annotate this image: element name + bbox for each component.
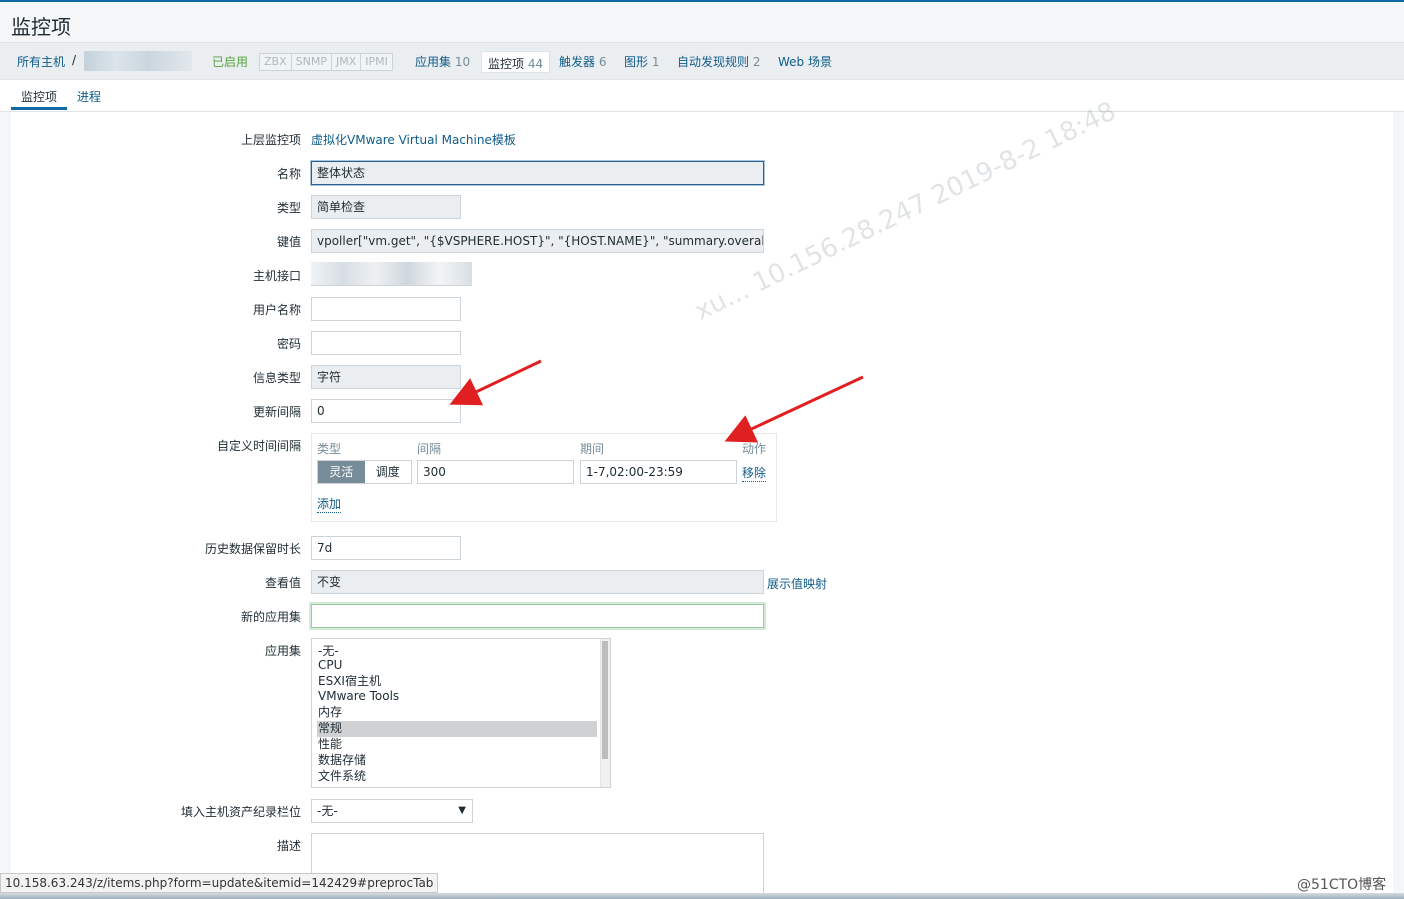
password-field[interactable] [311,331,461,355]
col-action-header: 动作 [742,442,767,456]
show-value-select[interactable]: 不变 [311,570,764,594]
arrow-to-custom-action [724,375,864,443]
flexible-option[interactable]: 灵活 [318,461,365,483]
info-type-label: 信息类型 [252,371,301,385]
page-title: 监控项 [11,15,71,39]
browser-status-url: 10.158.63.243/z/items.php?form=update&it… [0,873,439,893]
col-interval-header: 间隔 [417,442,442,456]
username-field[interactable] [311,297,461,321]
parent-item-label: 上层监控项 [240,133,301,147]
host-name-redacted[interactable] [84,51,192,71]
app-option-general[interactable]: 常规 [317,721,597,737]
inventory-field-label: 填入主机资产纪录栏位 [180,805,301,819]
tab-preprocessing[interactable]: 进程 [77,88,101,105]
app-option-datastore[interactable]: 数据存储 [317,753,597,769]
graphs-link[interactable]: 图形 1 [624,53,659,70]
host-status-enabled[interactable]: 已启用 [212,53,248,70]
watermark-text: xu... 10.156.28.247 2019-8-2 18:48 [690,96,1121,327]
add-interval-link[interactable]: 添加 [317,495,342,513]
taskbar-strip [0,893,1404,899]
show-value-label: 查看值 [264,576,301,590]
description-label: 描述 [276,839,301,853]
host-navigation: 所有主机 / 已启用 ZBX SNMP JMX IPMI 应用集 10 监控项 … [0,42,1404,80]
form-tabs: 监控项 进程 [0,81,1404,112]
custom-intervals-label: 自定义时间间隔 [216,439,301,453]
applications-scrollbar[interactable] [600,639,610,787]
active-tab-indicator [11,107,67,110]
type-field[interactable]: 简单检查 [311,195,461,219]
new-application-field[interactable] [311,604,764,628]
name-label: 名称 [276,167,301,181]
jmx-badge: JMX [331,54,362,70]
app-option-cpu[interactable]: CPU [317,658,597,674]
app-option-esxi-host[interactable]: ESXI宿主机 [317,674,597,690]
show-value-mappings-link[interactable]: 展示值映射 [767,575,827,592]
tab-items[interactable]: 监控项 [21,88,57,105]
scheduling-option[interactable]: 调度 [364,461,411,483]
right-margin [1393,112,1404,899]
history-label: 历史数据保留时长 [204,542,301,556]
type-label: 类型 [276,201,301,215]
app-option-vmware-tools[interactable]: VMware Tools [317,689,597,705]
password-label: 密码 [276,337,301,351]
app-option-performance[interactable]: 性能 [317,737,597,753]
all-hosts-link[interactable]: 所有主机 [17,53,65,70]
inventory-selected-value: -无- [317,804,338,818]
custom-interval-field[interactable]: 300 [417,460,574,484]
parent-item-link[interactable]: 虚拟化VMware Virtual Machine模板 [311,131,516,148]
web-scenarios-link[interactable]: Web 场景 [778,53,832,70]
key-field[interactable]: vpoller["vm.get", "{$VSPHERE.HOST}", "{H… [311,229,764,253]
page-header: 监控项 [0,2,1404,42]
applications-listbox[interactable]: -无- CPU ESXI宿主机 VMware Tools 内存 常规 性能 数据… [311,638,611,788]
app-option-memory[interactable]: 内存 [317,705,597,721]
items-link[interactable]: 监控项 44 [481,51,551,73]
arrow-to-update-interval [449,359,542,406]
triggers-link[interactable]: 触发器 6 [559,53,606,70]
zbx-badge: ZBX [260,54,292,70]
key-label: 键值 [276,235,301,249]
discovery-rules-link[interactable]: 自动发现规则 2 [677,53,760,70]
update-interval-label: 更新间隔 [252,405,301,419]
update-interval-field[interactable]: 0 [311,399,461,423]
ipmi-badge: IPMI [361,54,392,70]
interval-type-toggle: 灵活 调度 [317,460,412,484]
breadcrumb-separator: / [72,53,77,67]
inventory-field-select[interactable]: -无- ▼ [311,799,473,823]
host-interface-select-redacted[interactable] [311,262,472,286]
availability-badges: ZBX SNMP JMX IPMI [259,53,393,71]
info-type-field[interactable]: 字符 [311,365,461,389]
remove-interval-link[interactable]: 移除 [742,464,767,482]
scrollbar-thumb[interactable] [602,641,608,759]
left-margin [0,112,11,899]
app-option-filesystem[interactable]: 文件系统 [317,769,597,785]
custom-intervals-table: 类型 间隔 期间 动作 灵活 调度 300 1-7,02:00-23:59 移除… [311,433,777,522]
applications-link[interactable]: 应用集 10 [415,53,470,70]
snmp-badge: SNMP [291,54,332,70]
username-label: 用户名称 [252,303,301,317]
name-field[interactable]: 整体状态 [311,161,764,185]
col-period-header: 期间 [580,442,605,456]
history-field[interactable]: 7d [311,536,461,560]
host-interface-label: 主机接口 [252,269,301,283]
dropdown-caret-icon: ▼ [458,805,466,816]
custom-period-field[interactable]: 1-7,02:00-23:59 [580,460,737,484]
new-application-label: 新的应用集 [240,610,301,624]
applications-label: 应用集 [264,644,301,658]
site-brand-watermark: @51CTO博客 [1297,877,1387,893]
col-type-header: 类型 [317,442,342,456]
